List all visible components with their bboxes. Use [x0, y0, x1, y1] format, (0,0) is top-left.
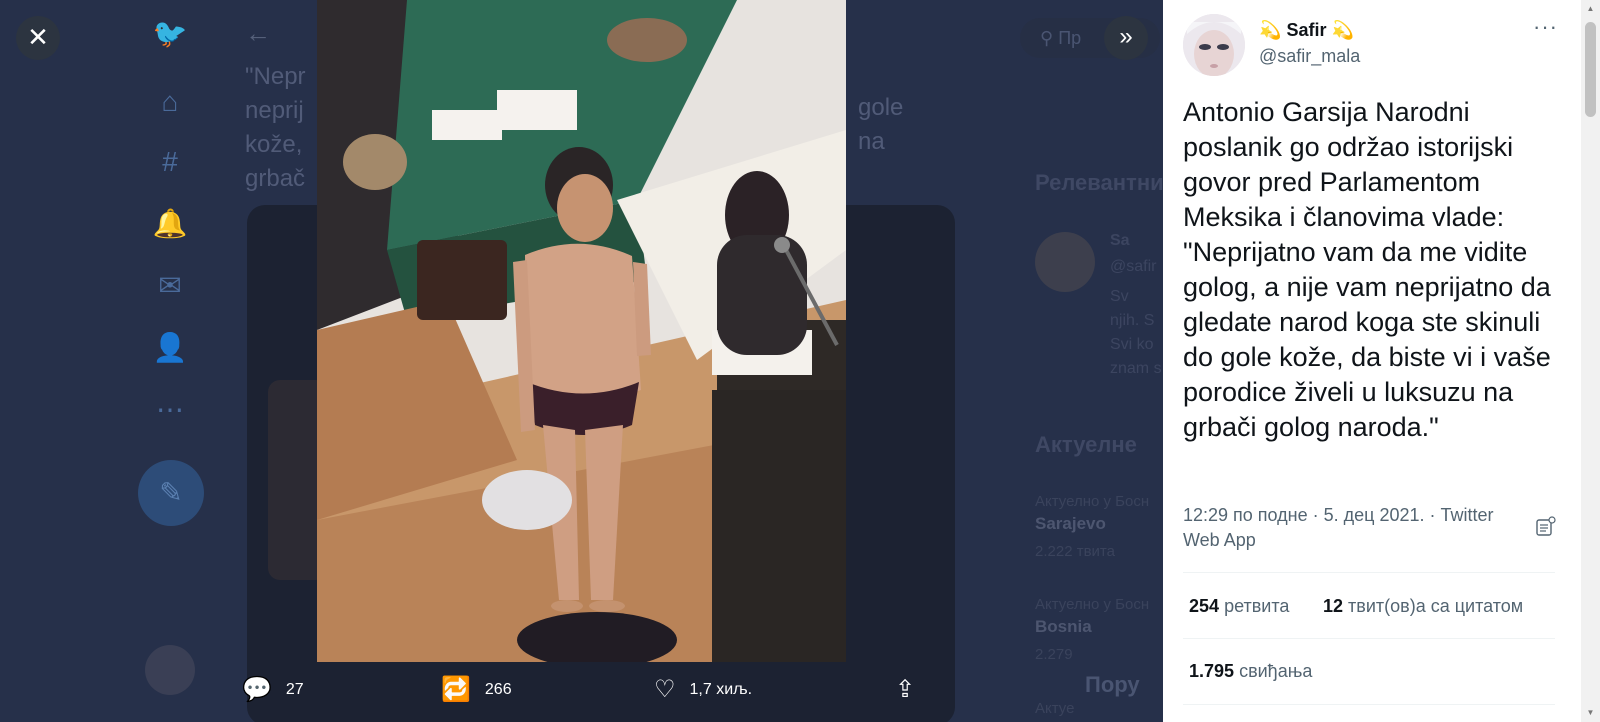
- author-handle[interactable]: @safir_mala: [1259, 46, 1360, 67]
- retweet-count: 266: [484, 681, 512, 698]
- divider: [1183, 704, 1555, 705]
- likes-count: 1.795: [1189, 661, 1235, 681]
- like-button[interactable]: ♡ 1,7 хиљ.: [654, 678, 752, 702]
- background-messages-drawer: Пору: [1085, 672, 1140, 697]
- background-relevant-user: Sa: [1110, 232, 1130, 249]
- background-relevant-line: Sv: [1110, 288, 1129, 305]
- reply-button[interactable]: 💬 27: [242, 678, 304, 702]
- avatar-illustration: [1183, 14, 1245, 76]
- scroll-up-icon[interactable]: ▲: [1585, 4, 1596, 13]
- reply-icon: 💬: [242, 676, 272, 703]
- likes-label: свиђања: [1239, 661, 1313, 681]
- more-menu-icon: ⋯: [156, 394, 184, 425]
- star-emoji-icon: 💫: [1259, 20, 1282, 40]
- share-button[interactable]: ⇪: [895, 678, 929, 702]
- background-relevant-line: Svi ko: [1110, 336, 1154, 353]
- more-options-icon[interactable]: ···: [1533, 14, 1558, 40]
- quotes-stat[interactable]: 12 твит(ов)а са цитатом: [1323, 596, 1523, 617]
- retweets-label: ретвита: [1224, 596, 1290, 616]
- likes-stat[interactable]: 1.795 свиђања: [1189, 661, 1312, 682]
- compose-icon: ✎: [138, 460, 204, 526]
- star-emoji-icon: 💫: [1331, 20, 1354, 40]
- close-button[interactable]: ✕: [16, 16, 60, 60]
- quotes-label: твит(ов)а са цитатом: [1348, 596, 1524, 616]
- explore-icon: #: [162, 146, 178, 177]
- background-search-placeholder: Пр: [1058, 28, 1082, 48]
- photo-illustration: [317, 0, 846, 662]
- scrollbar-thumb[interactable]: [1585, 22, 1596, 117]
- background-relevant-avatar: [1035, 232, 1095, 292]
- background-relevant-line: znam s: [1110, 360, 1162, 377]
- background-trend-context: Актуелно у Босн: [1035, 493, 1150, 510]
- background-trend-context: Актуелно у Босн: [1035, 596, 1150, 613]
- reply-count: 27: [285, 681, 304, 698]
- double-chevron-right-icon: »: [1119, 23, 1133, 50]
- analytics-icon[interactable]: [1535, 516, 1557, 538]
- retweet-icon: 🔁: [441, 676, 471, 703]
- analytics-icon-glyph: [1536, 516, 1556, 536]
- background-text-right: na: [858, 128, 885, 155]
- author-avatar[interactable]: [1183, 14, 1245, 76]
- background-relevant-heading: Релевантни: [1035, 170, 1163, 195]
- heart-icon: ♡: [654, 676, 676, 703]
- background-text-right: gole: [858, 94, 904, 121]
- close-icon: ✕: [27, 22, 49, 52]
- home-icon: ⌂: [161, 86, 179, 117]
- notifications-icon: 🔔: [152, 208, 188, 239]
- back-arrow-icon: ←: [245, 18, 271, 48]
- expand-sidebar-button[interactable]: »: [1104, 16, 1148, 60]
- divider: [1183, 638, 1555, 639]
- author-display-name[interactable]: 💫 Safir 💫: [1259, 20, 1354, 41]
- background-trend-context: Актуе: [1035, 700, 1075, 717]
- tweet-photo[interactable]: [317, 0, 846, 662]
- background-trend-name: Sarajevo: [1035, 514, 1106, 533]
- retweets-stat[interactable]: 254 ретвита: [1189, 596, 1289, 617]
- account-avatar: [145, 645, 195, 695]
- scroll-down-icon[interactable]: ▼: [1585, 708, 1596, 717]
- tweet-detail-panel: 💫 Safir 💫 @safir_mala ··· Antonio Garsij…: [1163, 0, 1600, 722]
- background-relevant-line: njih. S: [1110, 312, 1155, 329]
- background-relevant-handle: @safir: [1110, 258, 1157, 275]
- background-trend-count: 2.222 твита: [1035, 543, 1115, 560]
- messages-icon: ✉: [158, 270, 182, 301]
- tweet-text: Antonio Garsija Narodni poslanik go održ…: [1183, 97, 1551, 442]
- tweet-timestamp[interactable]: 12:29 по подне · 5. дец 2021. · Twitter …: [1183, 503, 1523, 553]
- quotes-count: 12: [1323, 596, 1344, 616]
- author-name-text: Safir: [1286, 20, 1327, 40]
- background-trends-heading: Актуелне: [1035, 432, 1137, 457]
- profile-icon: 👤: [152, 332, 188, 363]
- panel-scrollbar[interactable]: ▲ ▼: [1581, 0, 1600, 722]
- background-trend-name: Bosnia: [1035, 617, 1092, 636]
- twitter-logo-icon: 🐦: [152, 18, 188, 49]
- divider: [1183, 572, 1555, 573]
- like-count: 1,7 хиљ.: [689, 681, 753, 698]
- retweets-count: 254: [1189, 596, 1220, 616]
- background-trend-count: 2.279: [1035, 646, 1073, 663]
- search-icon: ⚲: [1040, 28, 1059, 48]
- share-icon: ⇪: [895, 676, 916, 703]
- retweet-button[interactable]: 🔁 266: [441, 678, 512, 702]
